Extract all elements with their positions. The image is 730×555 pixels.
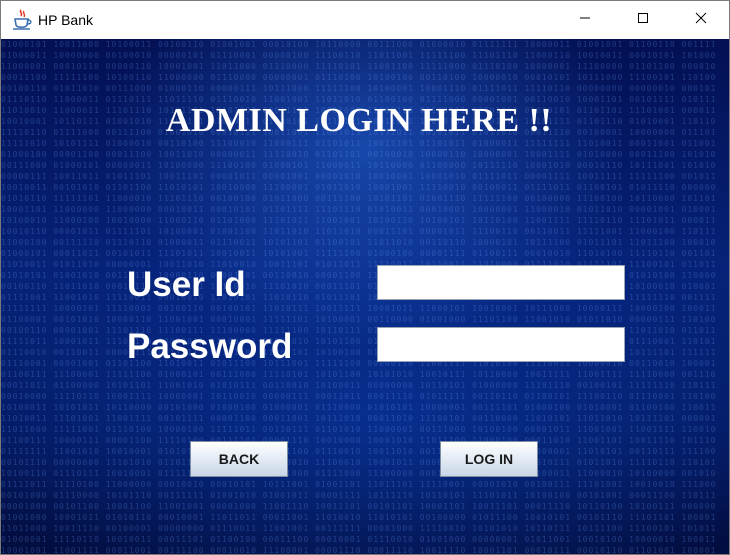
title-bar[interactable]: HP Bank — [1, 1, 729, 39]
password-label: Password — [127, 327, 293, 366]
close-icon — [695, 11, 707, 29]
password-input[interactable] — [377, 327, 625, 362]
minimize-icon — [579, 11, 591, 29]
page-heading-wrapper: ADMIN LOGIN HERE !! — [1, 102, 729, 140]
maximize-icon — [637, 11, 649, 29]
app-window: HP Bank 01000101 10011000 10100011 00100… — [0, 0, 730, 555]
login-panel: 01000101 10011000 10100011 00100110 0100… — [1, 39, 729, 554]
java-coffee-cup-icon — [11, 9, 33, 31]
minimize-button[interactable] — [556, 1, 614, 39]
close-button[interactable] — [672, 1, 730, 39]
user-id-label: User Id — [127, 265, 246, 304]
back-button[interactable]: BACK — [190, 441, 288, 477]
user-id-input[interactable] — [377, 265, 625, 300]
login-button[interactable]: LOG IN — [440, 441, 538, 477]
maximize-button[interactable] — [614, 1, 672, 39]
page-title: ADMIN LOGIN HERE !! — [165, 102, 553, 139]
window-title: HP Bank — [38, 12, 93, 28]
